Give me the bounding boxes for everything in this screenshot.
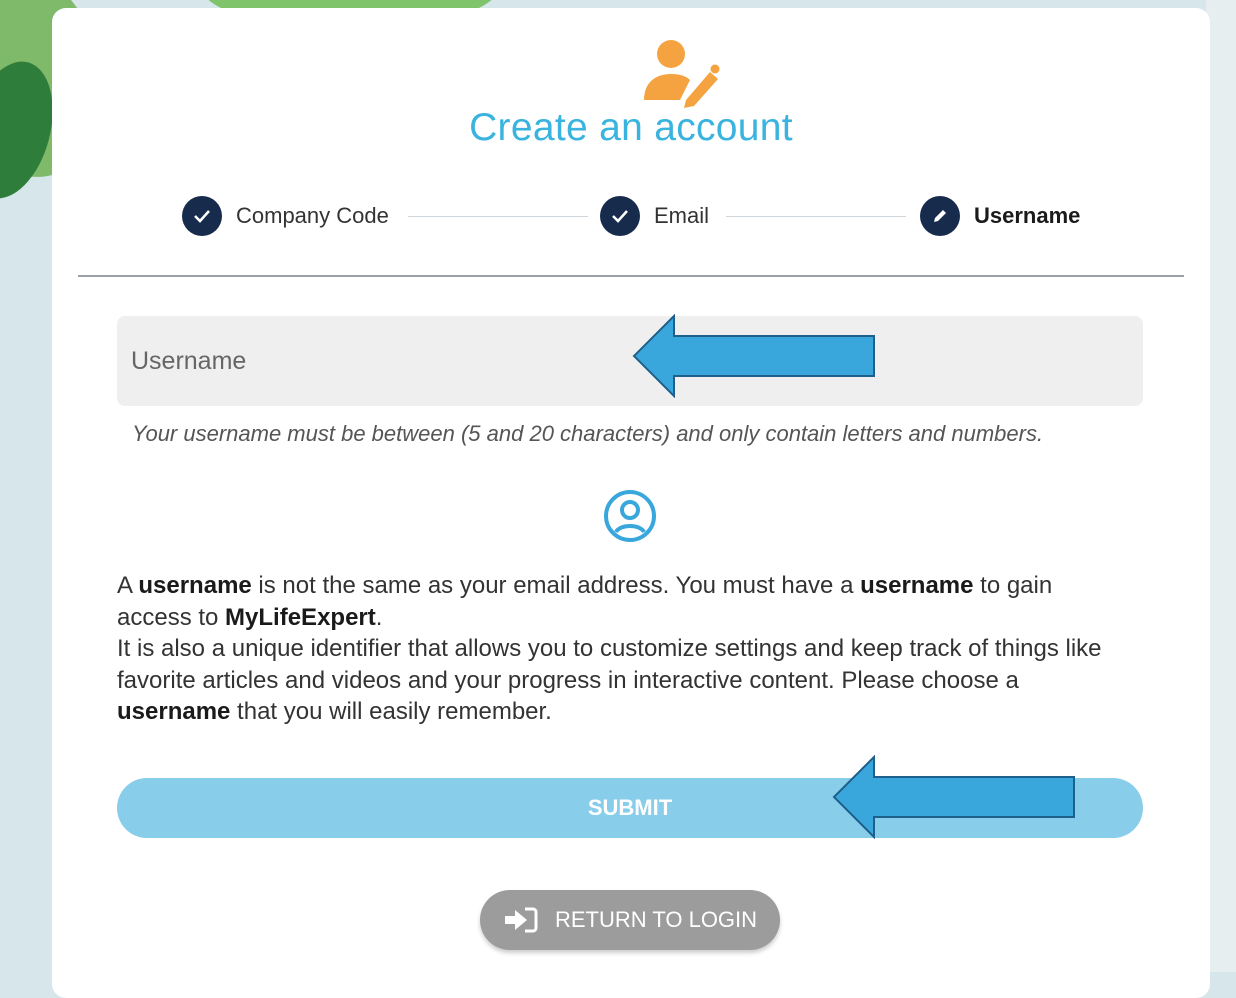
check-icon [600,196,640,236]
user-circle-icon [604,490,656,542]
step-label: Username [974,203,1081,228]
step-email: Email [600,195,709,237]
info-bold: username [117,698,231,725]
sign-in-icon [504,907,538,933]
info-bold: username [138,572,252,599]
info-text: is not the same as your email address. Y… [251,572,861,599]
username-info: A username is not the same as your email… [117,570,1127,728]
header-divider [78,275,1184,277]
info-text: A [117,572,139,599]
step-label: Company Code [236,203,389,228]
info-text: . [375,603,383,631]
username-hint: Your username must be between (5 and 20 … [132,421,1044,446]
step-company-code: Company Code [182,195,389,237]
info-bold: username [860,572,974,599]
annotation-arrow-icon [832,755,1075,839]
return-to-login-label: RETURN TO LOGIN [554,907,758,932]
info-text: It is also a unique identifier that allo… [117,635,1102,694]
annotation-arrow-icon [632,314,875,398]
stepper: Company Code Email Username [52,8,1210,268]
step-username: Username [920,195,1080,237]
check-icon [182,196,222,236]
step-connector [726,216,906,217]
step-connector [408,216,588,217]
pencil-icon [920,196,960,236]
signup-card: Create an account Company Code Email Use… [52,8,1210,998]
info-bold: MyLifeExpert [225,603,376,631]
info-text: that you will easily remember. [230,698,552,725]
step-label: Email [654,203,710,228]
return-to-login-button[interactable]: RETURN TO LOGIN [480,890,780,950]
